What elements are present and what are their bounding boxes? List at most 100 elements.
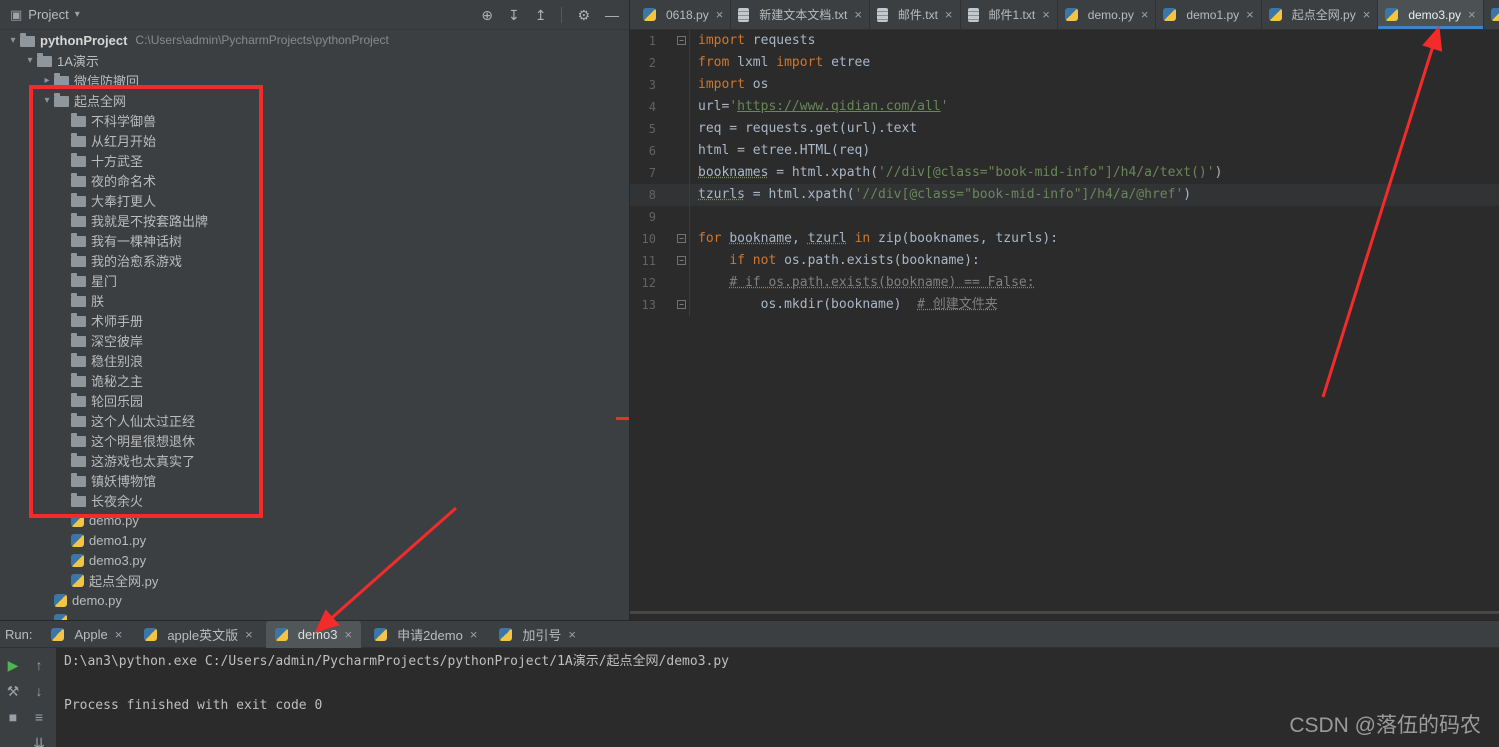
code-line-8[interactable]: 8tzurls = html.xpath('//div[@class="book… [630, 184, 1499, 206]
fold-icon[interactable]: − [677, 234, 686, 243]
stop-icon[interactable]: ■ [9, 710, 17, 724]
code-line-6[interactable]: 6html = etree.HTML(req) [630, 140, 1499, 162]
line-number[interactable]: 8 [630, 184, 656, 206]
close-icon[interactable]: × [115, 627, 123, 642]
chevron-right-icon[interactable]: ▸ [40, 75, 54, 86]
settings-wrench-icon[interactable]: ⚒ [7, 684, 20, 698]
tree-item-不科学御兽[interactable]: 不科学御兽 [0, 110, 629, 130]
chevron-down-icon[interactable]: ▾ [6, 35, 20, 46]
tree-item-这个明星很想退休[interactable]: 这个明星很想退休 [0, 430, 629, 450]
tree-item-从红月开始[interactable]: 从红月开始 [0, 130, 629, 150]
tree-item-术师手册[interactable]: 术师手册 [0, 310, 629, 330]
collapse-all-icon[interactable]: ↥ [535, 8, 547, 22]
tree-item-demo.py[interactable]: demo.py [0, 590, 629, 610]
hide-panel-icon[interactable]: — [605, 8, 619, 22]
close-icon[interactable]: × [1246, 7, 1254, 22]
tree-item-起点全网[interactable]: ▾起点全网 [0, 90, 629, 110]
tree-item-pythonProject[interactable]: ▾pythonProjectC:\Users\admin\PycharmProj… [0, 30, 629, 50]
close-icon[interactable]: × [1141, 7, 1149, 22]
fold-gutter[interactable]: − [656, 30, 690, 52]
line-number[interactable]: 6 [630, 140, 656, 162]
close-icon[interactable]: × [716, 7, 724, 22]
tree-item-这游戏也太真实了[interactable]: 这游戏也太真实了 [0, 450, 629, 470]
tree-item-镇妖博物馆[interactable]: 镇妖博物馆 [0, 470, 629, 490]
line-number[interactable]: 12 [630, 272, 656, 294]
move-up-icon[interactable]: ↑ [36, 658, 43, 672]
line-number[interactable]: 11 [630, 250, 656, 272]
code-line-2[interactable]: 2from lxml import etree [630, 52, 1499, 74]
editor-tab-起点全网.py[interactable]: 起点全网.py× [1262, 0, 1379, 29]
fold-icon[interactable]: − [677, 256, 686, 265]
run-tab-apple英文版[interactable]: apple英文版× [135, 621, 261, 648]
rerun-icon[interactable]: ▶ [8, 658, 19, 672]
editor-tab-clipped[interactable] [1484, 0, 1499, 29]
tool-window-icon[interactable]: ▣ [10, 7, 22, 23]
console-output[interactable]: D:\an3\python.exe C:/Users/admin/Pycharm… [56, 648, 1499, 747]
editor-tab-demo.py[interactable]: demo.py× [1058, 0, 1157, 29]
editor-horizontal-scrollbar[interactable] [630, 611, 1499, 614]
scroll-to-end-icon[interactable]: ⇊ [33, 736, 45, 747]
close-icon[interactable]: × [1363, 7, 1371, 22]
close-icon[interactable]: × [245, 627, 253, 642]
tree-item-朕[interactable]: 朕 [0, 290, 629, 310]
move-down-icon[interactable]: ↓ [36, 684, 43, 698]
editor-tab-邮件1.txt[interactable]: 邮件1.txt× [961, 0, 1058, 29]
expand-all-icon[interactable]: ↧ [508, 8, 520, 22]
line-number[interactable]: 4 [630, 96, 656, 118]
line-number[interactable]: 1 [630, 30, 656, 52]
editor-tab-邮件.txt[interactable]: 邮件.txt× [870, 0, 961, 29]
code-line-1[interactable]: 1−import requests [630, 30, 1499, 52]
code-area[interactable]: 1−import requests2from lxml import etree… [630, 30, 1499, 620]
fold-icon[interactable]: − [677, 300, 686, 309]
code-line-12[interactable]: 12 # if os.path.exists(bookname) == Fals… [630, 272, 1499, 294]
locate-icon[interactable]: ⊕ [481, 8, 493, 22]
tree-item-诡秘之主[interactable]: 诡秘之主 [0, 370, 629, 390]
close-icon[interactable]: × [470, 627, 478, 642]
tree-item-星门[interactable]: 星门 [0, 270, 629, 290]
tree-item-这个人仙太过正经[interactable]: 这个人仙太过正经 [0, 410, 629, 430]
close-icon[interactable]: × [945, 7, 953, 22]
fold-gutter[interactable]: − [656, 294, 690, 316]
tree-item-深空彼岸[interactable]: 深空彼岸 [0, 330, 629, 350]
line-number[interactable]: 2 [630, 52, 656, 74]
tree-item-夜的命名术[interactable]: 夜的命名术 [0, 170, 629, 190]
fold-gutter[interactable]: − [656, 228, 690, 250]
close-icon[interactable]: × [854, 7, 862, 22]
tree-item-我就是不按套路出牌[interactable]: 我就是不按套路出牌 [0, 210, 629, 230]
line-number[interactable]: 3 [630, 74, 656, 96]
code-line-13[interactable]: 13− os.mkdir(bookname) # 创建文件夹 [630, 294, 1499, 316]
line-number[interactable]: 13 [630, 294, 656, 316]
editor-tab-新建文本文档.txt[interactable]: 新建文本文档.txt× [731, 0, 870, 29]
tree-item-demo.py[interactable]: demo.py [0, 510, 629, 530]
line-number[interactable]: 10 [630, 228, 656, 250]
close-icon[interactable]: × [1042, 7, 1050, 22]
run-tab-申请2demo[interactable]: 申请2demo× [365, 621, 486, 648]
tree-item-demo3.py[interactable]: demo3.py [0, 550, 629, 570]
code-line-4[interactable]: 4url='https://www.qidian.com/all' [630, 96, 1499, 118]
tree-item-1A演示[interactable]: ▾1A演示 [0, 50, 629, 70]
code-line-3[interactable]: 3import os [630, 74, 1499, 96]
code-line-10[interactable]: 10−for bookname, tzurl in zip(booknames,… [630, 228, 1499, 250]
tree-item-我有一棵神话树[interactable]: 我有一棵神话树 [0, 230, 629, 250]
tree-item-轮回乐园[interactable]: 轮回乐园 [0, 390, 629, 410]
line-number[interactable]: 5 [630, 118, 656, 140]
tree-item-长夜余火[interactable]: 长夜余火 [0, 490, 629, 510]
run-tab-Apple[interactable]: Apple× [42, 621, 131, 648]
run-tab-demo3[interactable]: demo3× [266, 621, 361, 648]
close-icon[interactable]: × [1468, 7, 1476, 22]
chevron-down-icon[interactable]: ▾ [75, 9, 80, 20]
tree-item-微信防撤回[interactable]: ▸微信防撤回 [0, 70, 629, 90]
tree-item-partial[interactable] [0, 610, 629, 620]
project-panel-title[interactable]: Project [28, 7, 68, 22]
code-line-7[interactable]: 7booknames = html.xpath('//div[@class="b… [630, 162, 1499, 184]
line-number[interactable]: 7 [630, 162, 656, 184]
code-line-9[interactable]: 9 [630, 206, 1499, 228]
console-menu-icon[interactable]: ≡ [35, 710, 43, 724]
chevron-down-icon[interactable]: ▾ [23, 55, 37, 66]
tree-item-十方武圣[interactable]: 十方武圣 [0, 150, 629, 170]
fold-gutter[interactable]: − [656, 250, 690, 272]
run-tab-加引号[interactable]: 加引号× [490, 621, 585, 648]
editor-tab-demo3.py[interactable]: demo3.py× [1378, 0, 1483, 29]
fold-icon[interactable]: − [677, 36, 686, 45]
line-number[interactable]: 9 [630, 206, 656, 228]
